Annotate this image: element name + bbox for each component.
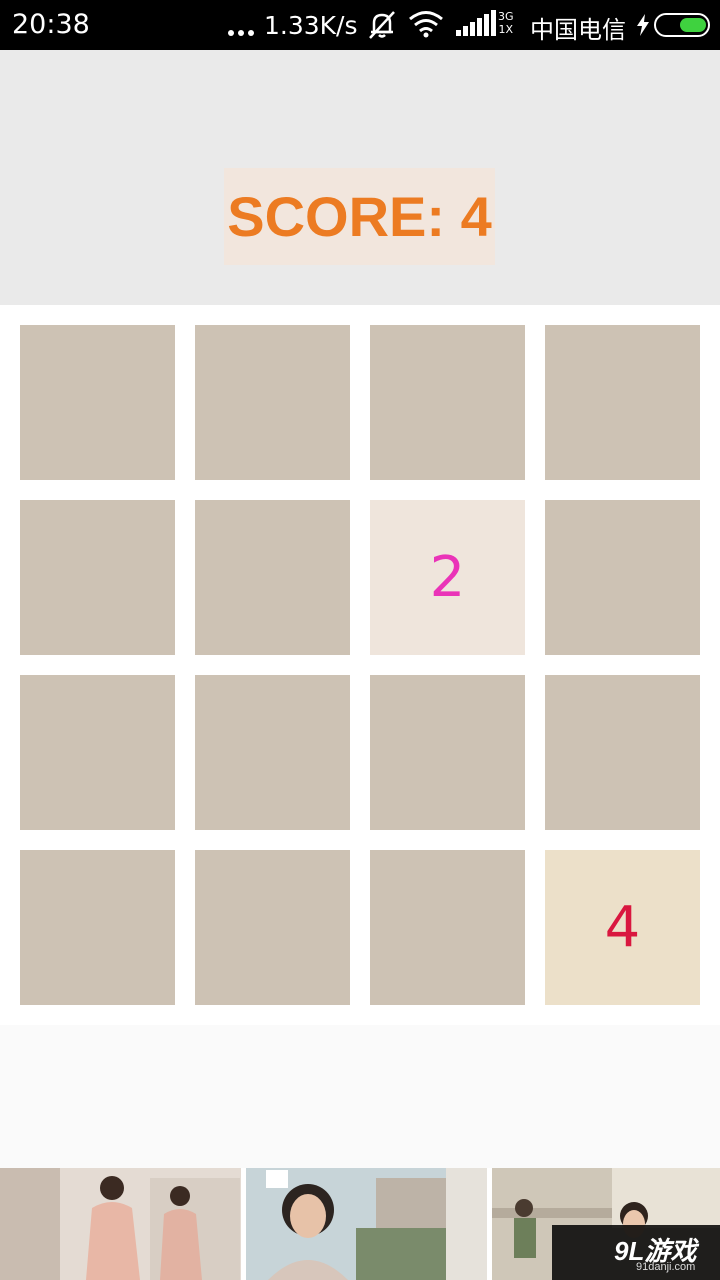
charging-bolt-icon [637, 14, 649, 36]
tile-empty [20, 325, 175, 480]
tile-empty [20, 675, 175, 830]
tile-empty [370, 850, 525, 1005]
tile-empty [195, 325, 350, 480]
woman-with-glasses-photo[interactable] [246, 1168, 487, 1280]
net-speed: 1.33K/s [264, 11, 358, 40]
site-watermark: 9L游戏 91danji.com [552, 1225, 720, 1280]
watermark-url: 91danji.com [636, 1261, 696, 1273]
battery-icon [654, 13, 710, 37]
battery-fill [680, 18, 706, 32]
tile-4: 4 [545, 850, 700, 1005]
wifi-icon [409, 11, 443, 38]
tile-empty [545, 500, 700, 655]
score-header: SCORE: 4 [0, 50, 720, 305]
bottom-empty-area [0, 1025, 720, 1168]
more-dots-icon [228, 30, 256, 38]
network-generation: 3G 1X [498, 10, 514, 36]
tile-2: 2 [370, 500, 525, 655]
tile-empty [20, 850, 175, 1005]
tile-empty [195, 850, 350, 1005]
score-display: SCORE: 4 [224, 168, 495, 265]
tile-empty [195, 675, 350, 830]
carrier-name: 中国电信 [530, 16, 626, 44]
signal-icon [456, 10, 496, 36]
tile-empty [370, 675, 525, 830]
mute-bell-icon [369, 11, 395, 39]
tile-empty [545, 675, 700, 830]
status-bar: 20:38 1.33K/s 3G 1X 中国电信 [0, 0, 720, 50]
tile-empty [195, 500, 350, 655]
tile-empty [370, 325, 525, 480]
tile-empty [545, 325, 700, 480]
tile-empty [20, 500, 175, 655]
woman-in-pink-dress-photo[interactable] [0, 1168, 241, 1280]
status-time: 20:38 [12, 9, 90, 40]
game-board[interactable]: 24 [0, 305, 720, 1025]
